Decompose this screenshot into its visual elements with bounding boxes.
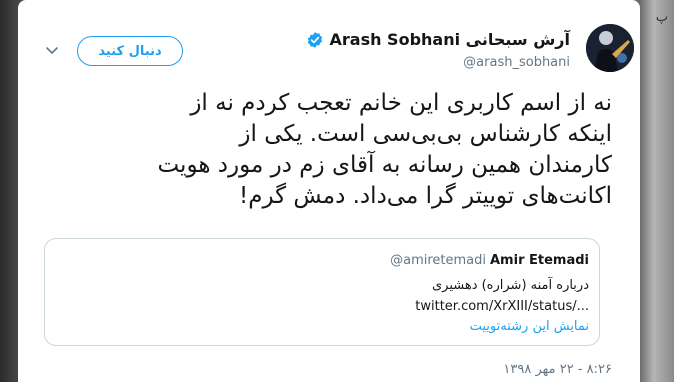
author-display-name[interactable]: Arash Sobhani آرش سبحانی bbox=[330, 30, 571, 49]
quoted-tweet-header: @amiretemadi Amir Etemadi bbox=[390, 253, 589, 268]
tweet-text-line: اکانت‌های توییتر گرا می‌داد. دمش گرم! bbox=[239, 183, 612, 209]
tweet-timestamp[interactable]: ۸:۲۶ - ۲۲ مهر ۱۳۹۸ bbox=[503, 362, 612, 377]
quoted-author-handle: @amiretemadi bbox=[390, 253, 486, 268]
author-name-row[interactable]: Arash Sobhani آرش سبحانی bbox=[306, 30, 571, 49]
tweet-text-line: کارمندان همین رسانه به آقای زم در مورد ه… bbox=[157, 152, 612, 178]
avatar-image bbox=[586, 24, 634, 72]
quoted-tweet-text: درباره آمنه (شراره) دهشیری twitter.com/X… bbox=[415, 275, 589, 317]
follow-button[interactable]: دنبال کنید bbox=[77, 36, 183, 66]
verified-badge-icon bbox=[306, 31, 324, 49]
tweet-card: Arash Sobhani آرش سبحانی @arash_sobhani … bbox=[18, 0, 640, 382]
avatar[interactable] bbox=[586, 24, 634, 72]
chevron-down-icon[interactable] bbox=[44, 42, 60, 58]
author-handle[interactable]: @arash_sobhani bbox=[463, 55, 570, 70]
quoted-tweet[interactable]: @amiretemadi Amir Etemadi درباره آمنه (ش… bbox=[44, 238, 600, 346]
tweet-text: نه از اسم کاربری این خانم تعجب کردم نه ا… bbox=[52, 88, 612, 212]
background-text-peek: پ bbox=[655, 10, 668, 25]
show-thread-link[interactable]: نمایش این رشته‌توییت bbox=[470, 319, 589, 334]
tweet-text-line: نه از اسم کاربری این خانم تعجب کردم نه ا… bbox=[190, 90, 612, 116]
tweet-text-line: اینکه کارشناس بی‌بی‌سی است. یکی از bbox=[239, 121, 612, 147]
quoted-tweet-body: درباره آمنه (شراره) دهشیری bbox=[431, 278, 589, 293]
quoted-tweet-link[interactable]: twitter.com/XrXIII/status/... bbox=[415, 296, 589, 317]
quoted-author-name: Amir Etemadi bbox=[490, 253, 589, 268]
